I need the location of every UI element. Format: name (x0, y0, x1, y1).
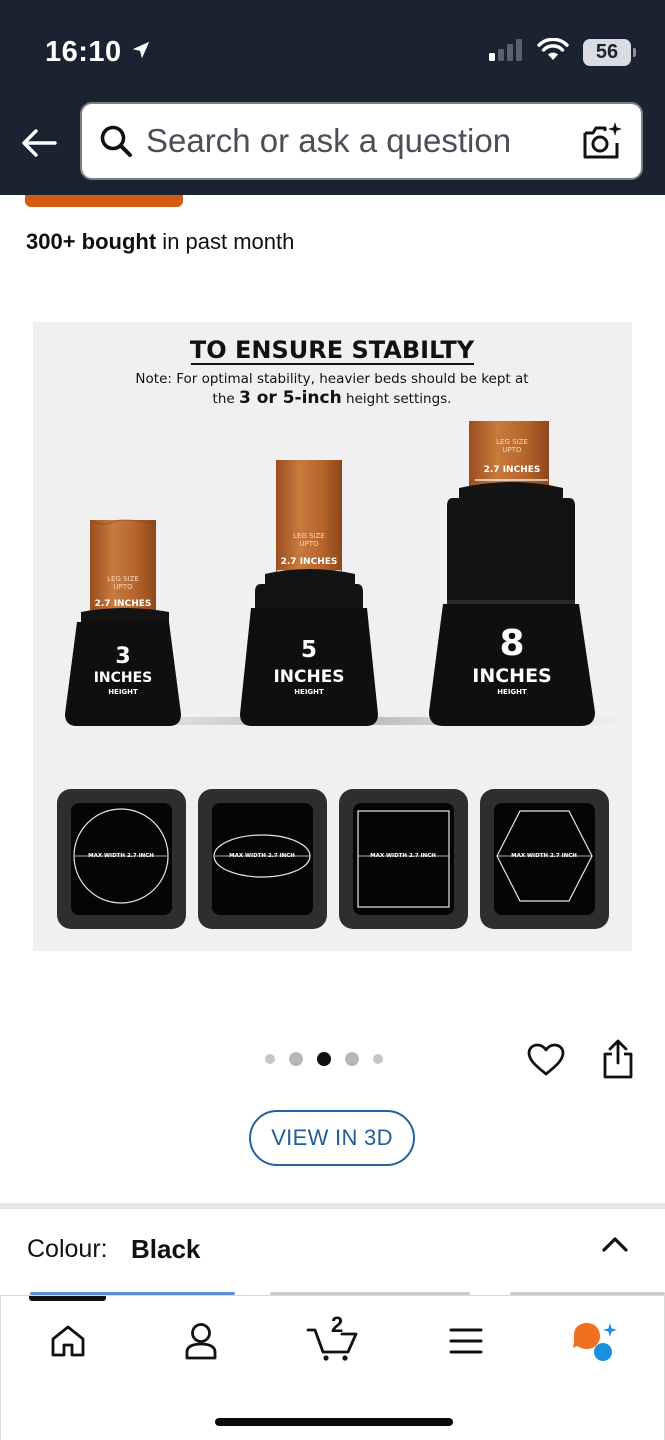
location-arrow-icon (130, 36, 152, 69)
status-time: 16:10 (45, 36, 152, 69)
rufus-assistant-icon (573, 1323, 617, 1361)
svg-text:HEIGHT: HEIGHT (108, 688, 138, 696)
carousel-dot[interactable] (373, 1054, 383, 1064)
buy-button-edge[interactable] (25, 195, 183, 207)
riser-3-inches: LEG SIZE UPTO 2.7 INCHES 3 INCHES HEIGHT (65, 519, 181, 726)
svg-text:INCHES: INCHES (273, 667, 344, 687)
shape-tile-ellipse: MAX WIDTH 2.7 INCH (198, 789, 327, 929)
colour-label: Colour: (27, 1235, 108, 1263)
back-arrow-icon (22, 129, 57, 157)
wishlist-button[interactable] (526, 1040, 566, 1080)
app-header: 16:10 56 (0, 0, 665, 195)
carousel-dots[interactable] (265, 1052, 383, 1066)
tab-rufus-assistant[interactable] (566, 1316, 626, 1366)
svg-text:LEG SIZE: LEG SIZE (107, 575, 139, 583)
svg-text:LEG SIZE: LEG SIZE (293, 532, 325, 540)
battery-icon: 56 (583, 39, 636, 66)
tab-cart[interactable]: 2 (303, 1312, 363, 1366)
colour-selector[interactable]: Colour: Black (0, 1209, 665, 1291)
menu-icon (449, 1328, 483, 1354)
carousel-dot[interactable] (265, 1054, 275, 1064)
product-infographic: TO ENSURE STABILTY Note: For optimal sta… (53, 336, 632, 929)
colour-value: Black (131, 1234, 201, 1264)
chevron-up-icon[interactable] (600, 1231, 630, 1257)
bought-count: 300+ bought (26, 229, 157, 254)
svg-text:UPTO: UPTO (299, 540, 319, 548)
tab-menu[interactable] (436, 1316, 496, 1366)
carousel-dot-active[interactable] (317, 1052, 331, 1066)
image-note-line2: the 3 or 5-inch height settings. (213, 388, 452, 408)
search-icon (98, 123, 134, 159)
back-button[interactable] (18, 122, 60, 164)
view-in-3d-button[interactable]: VIEW IN 3D (249, 1110, 415, 1166)
bought-in-past-month: 300+ bought in past month (26, 229, 294, 255)
svg-text:MAX WIDTH 2.7 INCH: MAX WIDTH 2.7 INCH (88, 853, 154, 859)
product-image[interactable]: TO ENSURE STABILTY Note: For optimal sta… (33, 322, 632, 951)
svg-text:HEIGHT: HEIGHT (294, 688, 324, 696)
active-tab-indicator (29, 1296, 106, 1301)
svg-text:HEIGHT: HEIGHT (497, 688, 527, 696)
heart-icon (527, 1043, 565, 1076)
shape-tile-circle: MAX WIDTH 2.7 INCH (57, 789, 186, 929)
svg-text:2.7 INCHES: 2.7 INCHES (95, 599, 152, 609)
cart-count-badge: 2 (331, 1312, 344, 1337)
search-input[interactable] (146, 122, 579, 160)
share-icon (603, 1039, 633, 1079)
svg-text:MAX WIDTH 2.7 INCH: MAX WIDTH 2.7 INCH (511, 853, 577, 859)
image-title: TO ENSURE STABILTY (190, 336, 475, 364)
bottom-tab-bar: 2 (0, 1295, 665, 1440)
svg-text:2.7 INCHES: 2.7 INCHES (484, 465, 541, 475)
tab-account[interactable] (171, 1316, 231, 1366)
home-indicator (215, 1418, 453, 1426)
home-icon (51, 1325, 85, 1357)
carousel-dot[interactable] (345, 1052, 359, 1066)
svg-text:MAX WIDTH 2.7 INCH: MAX WIDTH 2.7 INCH (229, 853, 295, 859)
share-button[interactable] (600, 1038, 636, 1080)
riser-5-inches: LEG SIZE UPTO 2.7 INCHES 5 INCHES HEIGHT (240, 460, 378, 726)
svg-text:3: 3 (115, 644, 130, 669)
product-page: 16:10 56 Search or ask a question 300+ b… (0, 0, 665, 1440)
svg-text:LEG SIZE: LEG SIZE (496, 438, 528, 446)
svg-text:UPTO: UPTO (502, 446, 522, 454)
bought-suffix: in past month (156, 229, 295, 254)
svg-text:5: 5 (301, 637, 317, 663)
status-icons: 56 (489, 37, 636, 67)
wifi-icon (537, 37, 569, 67)
shape-tile-hexagon: MAX WIDTH 2.7 INCH (480, 789, 609, 929)
cellular-signal-icon (489, 39, 523, 66)
svg-text:INCHES: INCHES (94, 670, 153, 686)
status-time-text: 16:10 (45, 36, 122, 68)
shape-tile-square: MAX WIDTH 2.7 INCH (339, 789, 468, 929)
camera-search-icon[interactable] (579, 118, 625, 164)
svg-text:8: 8 (499, 623, 524, 664)
svg-text:2.7 INCHES: 2.7 INCHES (281, 557, 338, 567)
svg-text:MAX WIDTH 2.7 INCH: MAX WIDTH 2.7 INCH (370, 853, 436, 859)
svg-text:INCHES: INCHES (472, 665, 551, 687)
carousel-dot[interactable] (289, 1052, 303, 1066)
image-note-line1: Note: For optimal stability, heavier bed… (135, 371, 528, 387)
account-icon (185, 1323, 217, 1360)
svg-text:UPTO: UPTO (113, 583, 133, 591)
riser-8-inches: LEG SIZE UPTO 2.7 INCHES 8 INCHES HEIGHT (429, 421, 595, 726)
search-bar[interactable] (80, 102, 643, 180)
tab-home[interactable] (38, 1316, 98, 1366)
